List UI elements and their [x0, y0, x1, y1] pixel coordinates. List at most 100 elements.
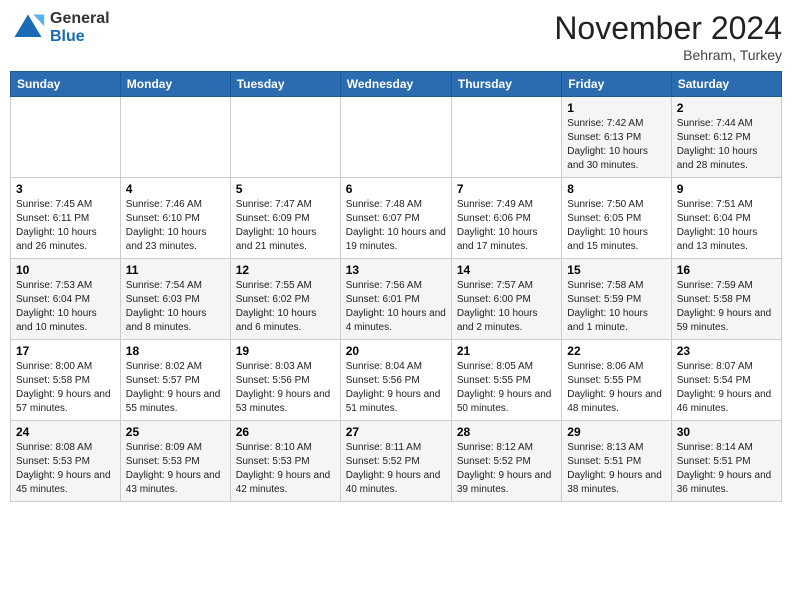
logo-general: General [50, 10, 110, 27]
logo: General Blue [10, 10, 110, 46]
day-number: 28 [457, 425, 556, 439]
day-number: 26 [236, 425, 335, 439]
calendar-week-row: 17Sunrise: 8:00 AM Sunset: 5:58 PM Dayli… [11, 340, 782, 421]
month-title: November 2024 [554, 10, 782, 47]
weekday-header-row: SundayMondayTuesdayWednesdayThursdayFrid… [11, 72, 782, 97]
day-number: 1 [567, 101, 665, 115]
day-info: Sunrise: 8:00 AM Sunset: 5:58 PM Dayligh… [16, 360, 115, 416]
day-info: Sunrise: 7:47 AM Sunset: 6:09 PM Dayligh… [236, 198, 335, 254]
day-number: 16 [677, 263, 776, 277]
calendar-cell: 26 Sunrise: 8:10 AM Sunset: 5:53 PM Dayli… [230, 421, 340, 502]
calendar-cell: 30Sunrise: 8:14 AM Sunset: 5:51 PM Dayli… [671, 421, 781, 502]
day-number: 23 [677, 344, 776, 358]
calendar-cell: 13 Sunrise: 7:56 AM Sunset: 6:01 PM Dayli… [340, 259, 451, 340]
calendar-cell [340, 97, 451, 178]
day-info: Sunrise: 8:08 AM Sunset: 5:53 PM Dayligh… [16, 441, 115, 497]
calendar-cell [451, 97, 561, 178]
calendar-cell: 7 Sunrise: 7:49 AM Sunset: 6:06 PM Daylig… [451, 178, 561, 259]
calendar-cell: 4Sunrise: 7:46 AM Sunset: 6:10 PM Daylig… [120, 178, 230, 259]
day-info: Sunrise: 8:02 AM Sunset: 5:57 PM Dayligh… [126, 360, 225, 416]
calendar-body: 1 Sunrise: 7:42 AM Sunset: 6:13 PM Daylig… [11, 97, 782, 502]
day-number: 10 [16, 263, 115, 277]
day-info: Sunrise: 7:42 AM Sunset: 6:13 PM Dayligh… [567, 117, 665, 173]
calendar-cell [11, 97, 121, 178]
day-info: Sunrise: 7:58 AM Sunset: 5:59 PM Dayligh… [567, 279, 665, 335]
calendar-cell: 23Sunrise: 8:07 AM Sunset: 5:54 PM Dayli… [671, 340, 781, 421]
day-info: Sunrise: 7:55 AM Sunset: 6:02 PM Dayligh… [236, 279, 335, 335]
day-info: Sunrise: 7:49 AM Sunset: 6:06 PM Dayligh… [457, 198, 556, 254]
weekday-header-cell: Friday [562, 72, 671, 97]
calendar-cell: 17Sunrise: 8:00 AM Sunset: 5:58 PM Dayli… [11, 340, 121, 421]
day-number: 3 [16, 182, 115, 196]
calendar-week-row: 24 Sunrise: 8:08 AM Sunset: 5:53 PM Dayli… [11, 421, 782, 502]
weekday-header-cell: Wednesday [340, 72, 451, 97]
calendar-cell: 21 Sunrise: 8:05 AM Sunset: 5:55 PM Dayli… [451, 340, 561, 421]
location: Behram, Turkey [554, 47, 782, 63]
day-number: 4 [126, 182, 225, 196]
calendar-cell: 19 Sunrise: 8:03 AM Sunset: 5:56 PM Dayli… [230, 340, 340, 421]
calendar-cell: 25Sunrise: 8:09 AM Sunset: 5:53 PM Dayli… [120, 421, 230, 502]
day-number: 15 [567, 263, 665, 277]
calendar-cell: 22 Sunrise: 8:06 AM Sunset: 5:55 PM Dayli… [562, 340, 671, 421]
day-info: Sunrise: 7:45 AM Sunset: 6:11 PM Dayligh… [16, 198, 115, 254]
calendar-cell: 1 Sunrise: 7:42 AM Sunset: 6:13 PM Daylig… [562, 97, 671, 178]
day-number: 25 [126, 425, 225, 439]
day-number: 14 [457, 263, 556, 277]
day-number: 13 [346, 263, 446, 277]
calendar-cell: 29 Sunrise: 8:13 AM Sunset: 5:51 PM Dayli… [562, 421, 671, 502]
calendar-cell: 11 Sunrise: 7:54 AM Sunset: 6:03 PM Dayli… [120, 259, 230, 340]
logo-blue: Blue [50, 28, 85, 45]
day-info: Sunrise: 7:54 AM Sunset: 6:03 PM Dayligh… [126, 279, 225, 335]
title-block: November 2024 Behram, Turkey [554, 10, 782, 63]
calendar-cell: 10Sunrise: 7:53 AM Sunset: 6:04 PM Dayli… [11, 259, 121, 340]
day-number: 6 [346, 182, 446, 196]
calendar-cell: 12 Sunrise: 7:55 AM Sunset: 6:02 PM Dayli… [230, 259, 340, 340]
day-number: 19 [236, 344, 335, 358]
day-number: 24 [16, 425, 115, 439]
day-info: Sunrise: 8:12 AM Sunset: 5:52 PM Dayligh… [457, 441, 556, 497]
day-info: Sunrise: 8:06 AM Sunset: 5:55 PM Dayligh… [567, 360, 665, 416]
weekday-header-cell: Saturday [671, 72, 781, 97]
day-info: Sunrise: 7:51 AM Sunset: 6:04 PM Dayligh… [677, 198, 776, 254]
calendar-cell: 20Sunrise: 8:04 AM Sunset: 5:56 PM Dayli… [340, 340, 451, 421]
day-info: Sunrise: 7:44 AM Sunset: 6:12 PM Dayligh… [677, 117, 776, 173]
day-number: 12 [236, 263, 335, 277]
calendar-cell: 28 Sunrise: 8:12 AM Sunset: 5:52 PM Dayli… [451, 421, 561, 502]
day-number: 11 [126, 263, 225, 277]
day-number: 8 [567, 182, 665, 196]
calendar-table: SundayMondayTuesdayWednesdayThursdayFrid… [10, 71, 782, 502]
calendar-cell [120, 97, 230, 178]
calendar-week-row: 10Sunrise: 7:53 AM Sunset: 6:04 PM Dayli… [11, 259, 782, 340]
day-info: Sunrise: 7:56 AM Sunset: 6:01 PM Dayligh… [346, 279, 446, 335]
calendar-cell: 3 Sunrise: 7:45 AM Sunset: 6:11 PM Daylig… [11, 178, 121, 259]
day-info: Sunrise: 7:57 AM Sunset: 6:00 PM Dayligh… [457, 279, 556, 335]
calendar-week-row: 3 Sunrise: 7:45 AM Sunset: 6:11 PM Daylig… [11, 178, 782, 259]
calendar-cell: 24 Sunrise: 8:08 AM Sunset: 5:53 PM Dayli… [11, 421, 121, 502]
calendar-cell: 8Sunrise: 7:50 AM Sunset: 6:05 PM Daylig… [562, 178, 671, 259]
day-info: Sunrise: 8:04 AM Sunset: 5:56 PM Dayligh… [346, 360, 446, 416]
day-number: 9 [677, 182, 776, 196]
page-header: General Blue November 2024 Behram, Turke… [10, 10, 782, 63]
day-number: 5 [236, 182, 335, 196]
day-info: Sunrise: 8:03 AM Sunset: 5:56 PM Dayligh… [236, 360, 335, 416]
day-info: Sunrise: 8:13 AM Sunset: 5:51 PM Dayligh… [567, 441, 665, 497]
day-number: 2 [677, 101, 776, 115]
weekday-header-cell: Monday [120, 72, 230, 97]
day-info: Sunrise: 8:10 AM Sunset: 5:53 PM Dayligh… [236, 441, 335, 497]
day-number: 22 [567, 344, 665, 358]
weekday-header-cell: Sunday [11, 72, 121, 97]
day-number: 30 [677, 425, 776, 439]
day-info: Sunrise: 8:11 AM Sunset: 5:52 PM Dayligh… [346, 441, 446, 497]
calendar-cell: 6Sunrise: 7:48 AM Sunset: 6:07 PM Daylig… [340, 178, 451, 259]
calendar-cell: 15 Sunrise: 7:58 AM Sunset: 5:59 PM Dayli… [562, 259, 671, 340]
day-number: 7 [457, 182, 556, 196]
calendar-cell: 16Sunrise: 7:59 AM Sunset: 5:58 PM Dayli… [671, 259, 781, 340]
day-number: 21 [457, 344, 556, 358]
weekday-header-cell: Tuesday [230, 72, 340, 97]
day-info: Sunrise: 8:05 AM Sunset: 5:55 PM Dayligh… [457, 360, 556, 416]
day-number: 29 [567, 425, 665, 439]
calendar-cell: 27Sunrise: 8:11 AM Sunset: 5:52 PM Dayli… [340, 421, 451, 502]
calendar-week-row: 1 Sunrise: 7:42 AM Sunset: 6:13 PM Daylig… [11, 97, 782, 178]
calendar-cell: 5 Sunrise: 7:47 AM Sunset: 6:09 PM Daylig… [230, 178, 340, 259]
day-number: 18 [126, 344, 225, 358]
